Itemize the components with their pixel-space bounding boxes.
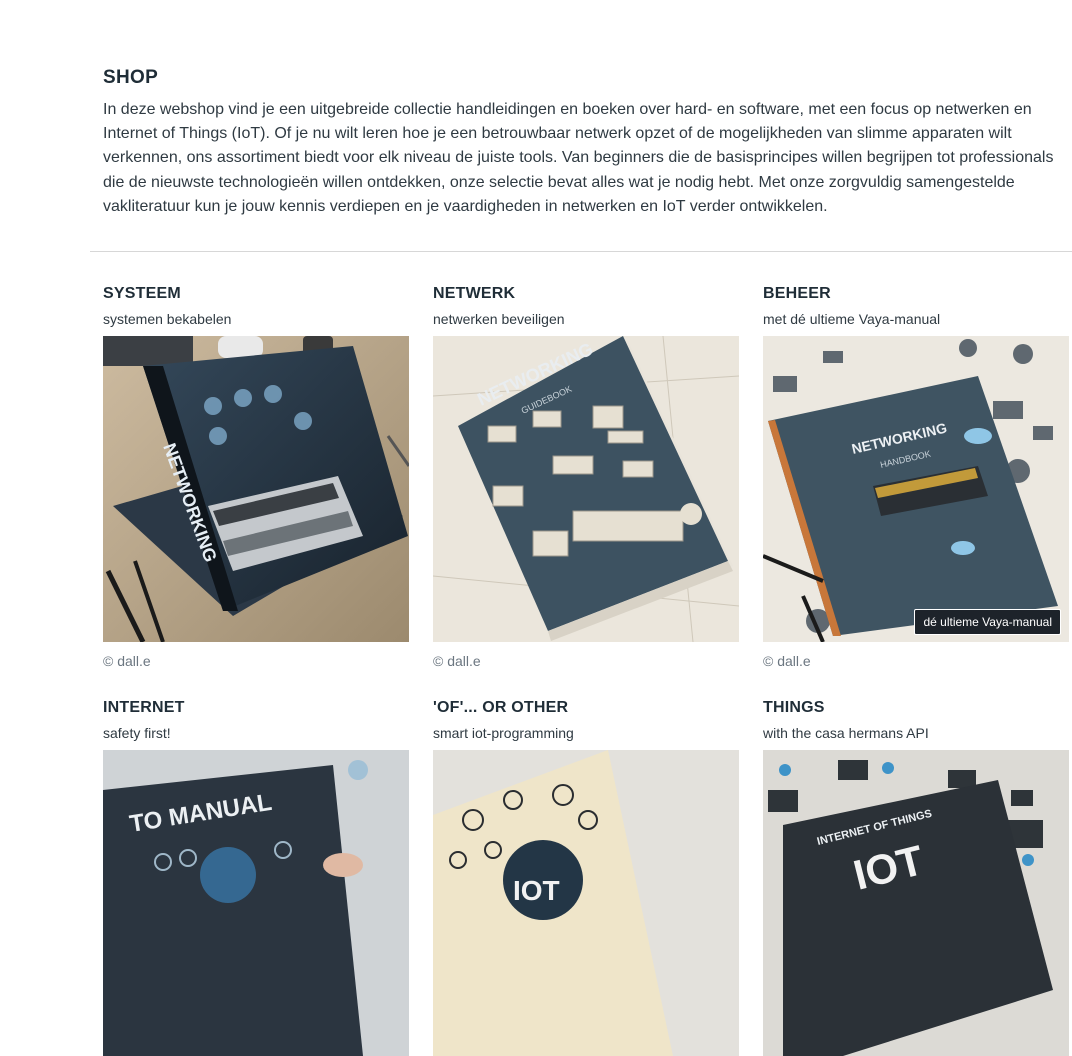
card-title: 'OF'... OR OTHER: [433, 699, 569, 716]
product-card-systeem[interactable]: SYSTEEM systemen bekabelen NETWORKING © …: [103, 284, 410, 670]
product-card-beheer[interactable]: BEHEER met dé ultieme Vaya-manual NETWOR…: [763, 284, 1070, 670]
card-subtitle: systemen bekabelen: [103, 311, 232, 327]
image-credit: © dall.e: [103, 653, 151, 669]
book-cover-image[interactable]: NETWORKING: [103, 336, 409, 642]
image-credit: © dall.e: [433, 653, 481, 669]
card-title: NETWERK: [433, 285, 516, 302]
book-cover-image[interactable]: NETWORKING GUIDEBOOK: [433, 336, 739, 642]
product-card-things[interactable]: THINGS with the casa hermans API INTERNE…: [763, 698, 1070, 1056]
card-title: BEHEER: [763, 285, 831, 302]
card-subtitle: met dé ultieme Vaya-manual: [763, 311, 941, 327]
card-subtitle: with the casa hermans API: [763, 725, 929, 741]
page-title: SHOP: [103, 67, 159, 88]
book-cover-image[interactable]: IOT: [433, 750, 739, 1056]
card-title: INTERNET: [103, 699, 185, 716]
product-card-of-or-other[interactable]: 'OF'... OR OTHER smart iot-programming I…: [433, 698, 740, 1056]
card-subtitle: netwerken beveiligen: [433, 311, 565, 327]
section-divider: [90, 251, 1072, 252]
book-cover-image[interactable]: NETWORKING HANDBOOK dé ultieme Vaya-manu…: [763, 336, 1069, 642]
product-card-netwerk[interactable]: NETWERK netwerken beveiligen NETWORKING …: [433, 284, 740, 670]
image-credit: © dall.e: [763, 653, 811, 669]
cover-title: IOT: [513, 875, 560, 906]
card-subtitle: safety first!: [103, 725, 171, 741]
product-card-internet[interactable]: INTERNET safety first! TO MANUAL: [103, 698, 410, 1056]
image-tooltip: dé ultieme Vaya-manual: [914, 609, 1061, 635]
shop-intro: SHOP In deze webshop vind je een uitgebr…: [103, 66, 1063, 219]
card-title: THINGS: [763, 699, 825, 716]
book-cover-image[interactable]: INTERNET OF THINGS IOT: [763, 750, 1069, 1056]
card-subtitle: smart iot-programming: [433, 725, 574, 741]
card-title: SYSTEEM: [103, 285, 181, 302]
book-cover-image[interactable]: TO MANUAL: [103, 750, 409, 1056]
intro-text: In deze webshop vind je een uitgebreide …: [103, 101, 1054, 215]
